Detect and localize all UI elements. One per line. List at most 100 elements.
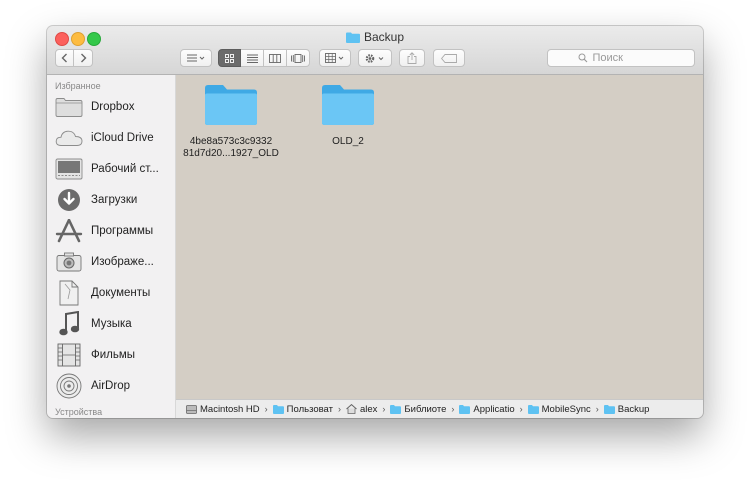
- path-bar: Macintosh HD › Пользоват › alex › Библио…: [176, 399, 703, 418]
- folder-icon: [53, 93, 85, 121]
- nav-buttons: [55, 49, 93, 67]
- path-item-application-support[interactable]: Applicatio: [459, 403, 515, 415]
- forward-button[interactable]: [74, 49, 93, 67]
- path-separator-icon: ›: [595, 404, 599, 414]
- path-separator-icon: ›: [382, 404, 386, 414]
- home-icon: [346, 404, 357, 414]
- chevron-left-icon: [61, 53, 67, 63]
- folder-icon: [322, 85, 374, 125]
- path-separator-icon: ›: [337, 404, 341, 414]
- group-menu-button[interactable]: [319, 49, 351, 67]
- folder-icon: [272, 404, 284, 414]
- path-item-backup[interactable]: Backup: [603, 403, 650, 415]
- path-item-macintosh-hd[interactable]: Macintosh HD: [186, 404, 260, 415]
- sidebar-item-label: Изображе...: [91, 256, 154, 268]
- sidebar-item-label: Программы: [91, 225, 154, 237]
- sidebar-item-downloads[interactable]: Загрузки: [53, 186, 173, 214]
- downloads-icon: [53, 186, 85, 214]
- desktop-icon: [53, 155, 85, 183]
- share-icon: [407, 52, 417, 64]
- coverflow-view-icon: [291, 53, 305, 63]
- path-item-library[interactable]: Библиоте: [390, 404, 446, 415]
- film-icon: [53, 341, 85, 369]
- finder-window: Backup Поиск Избранное Dropbox iCloud Dr…: [47, 26, 703, 418]
- folder-icon: [527, 404, 539, 414]
- sidebar-item-label: Документы: [91, 287, 151, 299]
- sidebar-item-pictures[interactable]: Изображе...: [53, 248, 173, 276]
- search-input[interactable]: [590, 51, 665, 65]
- sidebar-item-airdrop[interactable]: AirDrop: [53, 372, 173, 400]
- sidebar-item-label: iCloud Drive: [91, 132, 154, 144]
- view-mode-control: [218, 49, 310, 67]
- sidebar-item-label: Dropbox: [91, 101, 135, 113]
- window-title: Backup: [47, 30, 703, 44]
- group-grid-icon: [325, 53, 344, 63]
- search-field[interactable]: [547, 49, 695, 67]
- folder-icon: [390, 404, 402, 414]
- list-view-button[interactable]: [241, 49, 264, 67]
- arrange-menu-button[interactable]: [180, 49, 212, 67]
- search-icon: [578, 53, 587, 63]
- file-item[interactable]: OLD_2: [293, 84, 403, 148]
- grid-view-icon: [225, 53, 234, 63]
- path-item-alex[interactable]: alex: [346, 404, 377, 415]
- icon-view-button[interactable]: [218, 49, 241, 67]
- sidebar-item-desktop[interactable]: Рабочий ст...: [53, 155, 173, 183]
- path-item-label: Macintosh HD: [200, 403, 260, 415]
- airdrop-icon: [53, 372, 85, 400]
- folder-icon: [459, 404, 471, 414]
- applications-icon: [53, 217, 85, 245]
- path-separator-icon: ›: [264, 404, 268, 414]
- action-menu-button[interactable]: [358, 49, 392, 67]
- path-item-label: MobileSync: [541, 403, 591, 415]
- sidebar-item-label: Загрузки: [91, 194, 138, 206]
- folder-icon: [205, 85, 257, 125]
- file-browser-content: 4be8a573c3c9332 81d7d20...1927_OLD OLD_2: [176, 75, 703, 399]
- file-name-line2: 81d7d20...1927_OLD: [183, 148, 279, 159]
- music-note-icon: [53, 310, 85, 338]
- document-icon: [53, 279, 85, 307]
- sidebar-item-documents[interactable]: Документы: [53, 279, 173, 307]
- sidebar: Избранное Dropbox iCloud Drive Рабочий с…: [47, 75, 176, 418]
- path-separator-icon: ›: [451, 404, 455, 414]
- file-name-line1: 4be8a573c3c9332: [189, 136, 273, 147]
- path-item-mobilesync[interactable]: MobileSync: [527, 403, 591, 415]
- sidebar-heading-devices: Устройства: [55, 407, 103, 417]
- hard-drive-icon: [186, 404, 197, 414]
- sidebar-item-label: Музыка: [91, 318, 132, 330]
- share-button[interactable]: [399, 49, 425, 67]
- list-options-icon: [187, 54, 205, 62]
- back-button[interactable]: [55, 49, 74, 67]
- coverflow-view-button[interactable]: [287, 49, 310, 67]
- chevron-right-icon: [80, 53, 86, 63]
- sidebar-item-music[interactable]: Музыка: [53, 310, 173, 338]
- file-name-line1: OLD_2: [332, 136, 364, 147]
- list-view-icon: [246, 54, 258, 63]
- window-title-text: Backup: [363, 30, 405, 44]
- gear-icon: [365, 53, 384, 63]
- path-item-label: Backup: [617, 403, 650, 415]
- sidebar-item-movies[interactable]: Фильмы: [53, 341, 173, 369]
- path-item-label: Пользоват: [286, 403, 333, 415]
- tags-button[interactable]: [433, 49, 465, 67]
- folder-icon: [345, 32, 360, 43]
- sidebar-item-label: Рабочий ст...: [91, 163, 159, 175]
- path-item-users[interactable]: Пользоват: [272, 403, 333, 415]
- sidebar-item-applications[interactable]: Программы: [53, 217, 173, 245]
- sidebar-item-icloud-drive[interactable]: iCloud Drive: [53, 124, 173, 152]
- file-item[interactable]: 4be8a573c3c9332 81d7d20...1927_OLD: [176, 84, 286, 160]
- column-view-icon: [269, 53, 281, 63]
- column-view-button[interactable]: [264, 49, 287, 67]
- path-item-label: Applicatio: [473, 403, 515, 415]
- sidebar-item-label: AirDrop: [91, 380, 130, 392]
- path-item-label: alex: [359, 403, 378, 415]
- folder-icon: [603, 404, 615, 414]
- sidebar-item-dropbox[interactable]: Dropbox: [53, 93, 173, 121]
- camera-icon: [53, 248, 85, 276]
- sidebar-heading-favorites: Избранное: [55, 81, 101, 91]
- cloud-icon: [53, 124, 85, 152]
- path-separator-icon: ›: [519, 404, 523, 414]
- sidebar-item-label: Фильмы: [91, 349, 136, 361]
- toolbar: Backup: [47, 26, 703, 75]
- tag-icon: [441, 53, 457, 63]
